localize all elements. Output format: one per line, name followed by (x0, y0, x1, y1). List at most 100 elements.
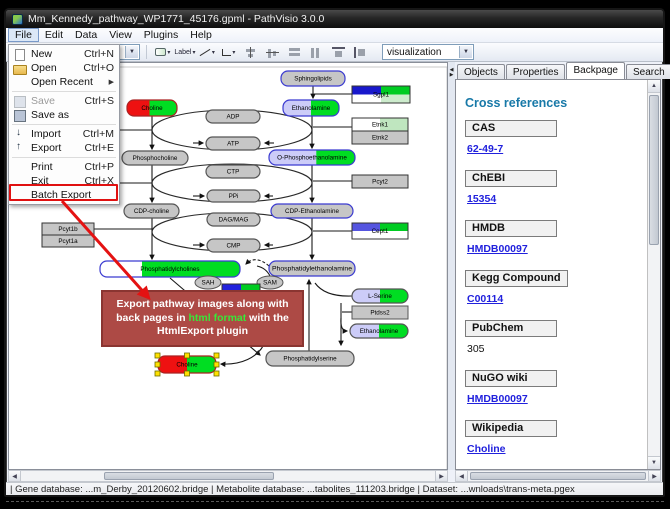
node-dag-mag[interactable]: DAG/MAG (207, 213, 260, 226)
menu-edit[interactable]: Edit (39, 28, 69, 42)
chevron-down-icon[interactable]: ▼ (459, 46, 472, 58)
node-phosphatidylserine[interactable]: Phosphatidylserine (266, 351, 354, 366)
xref-link[interactable]: C00114 (467, 293, 646, 305)
node-atp[interactable]: ATP (206, 137, 260, 150)
file-menu-item-new[interactable]: NewCtrl+N (9, 47, 119, 61)
xref-link[interactable]: HMDB00097 (467, 393, 646, 405)
menu-data[interactable]: Data (69, 28, 103, 42)
align-center-horizontal-icon[interactable] (241, 44, 261, 60)
node-phosphatidylethanolamine[interactable]: Phosphatidylethanolamine (269, 261, 355, 276)
node-phosphatidylcholines[interactable]: Phosphatidylcholines (100, 261, 240, 277)
panel-splitter[interactable]: ◀ ▶ (448, 62, 455, 470)
file-menu-item-save[interactable]: SaveCtrl+S (9, 94, 119, 108)
common-height-icon[interactable] (329, 44, 349, 60)
node-sam[interactable]: SAM (257, 276, 283, 289)
node-ctp[interactable]: CTP (206, 165, 260, 178)
tab-search[interactable]: Search (626, 64, 670, 79)
scroll-right-icon[interactable]: ▶ (648, 471, 660, 481)
line-tool-icon[interactable]: ▾ (197, 44, 217, 60)
menu-plugins[interactable]: Plugins (138, 28, 184, 42)
menu-help[interactable]: Help (184, 28, 218, 42)
selection-handle[interactable] (155, 362, 160, 367)
menu-shortcut: Ctrl+S (85, 95, 114, 107)
node-adp[interactable]: ADP (206, 110, 260, 123)
xref-link[interactable]: Choline (467, 443, 646, 455)
selection-handle[interactable] (155, 353, 160, 358)
stack-horizontal-icon[interactable] (307, 44, 327, 60)
scrollbar-thumb[interactable] (649, 95, 659, 245)
visualization-combobox[interactable]: visualization ▼ (382, 44, 474, 60)
menu-file[interactable]: File (8, 28, 39, 42)
xref-link[interactable]: 62-49-7 (467, 143, 646, 155)
node-l-serine[interactable]: L-Serine (352, 289, 408, 303)
stack-vertical-icon[interactable] (285, 44, 305, 60)
node-cmp[interactable]: CMP (207, 239, 260, 252)
chevron-down-icon[interactable]: ▾ (193, 49, 196, 56)
file-menu-item-open[interactable]: OpenCtrl+O (9, 61, 119, 75)
chevron-down-icon[interactable]: ▾ (212, 49, 215, 56)
selection-handle[interactable] (185, 353, 190, 358)
svg-text:Choline: Choline (176, 362, 198, 369)
chevron-down-icon[interactable]: ▾ (167, 49, 170, 56)
selection-handle[interactable] (155, 371, 160, 376)
node-ethanolamine[interactable]: Ethanolamine (350, 324, 408, 338)
common-width-icon[interactable] (351, 44, 371, 60)
scrollbar-thumb[interactable] (104, 472, 274, 480)
tab-backpage[interactable]: Backpage (566, 62, 624, 79)
tab-objects[interactable]: Objects (457, 64, 505, 79)
file-menu-item-import[interactable]: ImportCtrl+M (9, 127, 119, 141)
node-phosphocholine[interactable]: Phosphocholine (122, 151, 188, 165)
file-menu-item-open-recent[interactable]: Open Recent▶ (9, 75, 119, 89)
node-choline[interactable]: Choline (155, 353, 219, 376)
title-bar[interactable]: Mm_Kennedy_pathway_WP1771_45176.gpml - P… (6, 10, 663, 28)
node-sgpl1[interactable]: Sgpl1 (352, 86, 410, 103)
node-sphingolipids[interactable]: Sphingolipids (281, 71, 345, 86)
scroll-left-icon[interactable]: ◀ (456, 471, 468, 481)
scroll-up-icon[interactable]: ▲ (648, 80, 660, 93)
node-pcyt1b[interactable]: Pcyt1b (42, 223, 94, 235)
node-cdp-choline[interactable]: CDP-choline (124, 204, 179, 218)
selection-handle[interactable] (185, 371, 190, 376)
svg-text:CDP-Ethanolamine: CDP-Ethanolamine (285, 208, 339, 215)
node-etnk1[interactable]: Etnk1 (352, 118, 408, 131)
datanode-tool-icon[interactable]: ▾ (153, 44, 173, 60)
selection-handle[interactable] (214, 371, 219, 376)
label-tool-icon[interactable]: Label▾ (175, 44, 195, 60)
menu-separator (12, 157, 116, 158)
scroll-right-icon[interactable]: ▶ (435, 471, 447, 481)
node-ethanolamine[interactable]: Ethanolamine (283, 100, 339, 116)
xref-link[interactable]: 15354 (467, 193, 646, 205)
node-pcyt2[interactable]: Pcyt2 (352, 175, 408, 188)
canvas-horizontal-scrollbar[interactable]: ◀ ▶ (8, 470, 448, 482)
node-pcyt1a[interactable]: Pcyt1a (42, 235, 94, 247)
node-choline[interactable]: Choline (127, 100, 177, 116)
splitter-right-icon[interactable]: ▶ (450, 73, 454, 78)
node-ppi[interactable]: PPi (207, 190, 260, 202)
file-menu-item-save-as[interactable]: Save as (9, 108, 119, 122)
align-center-vertical-icon[interactable] (263, 44, 283, 60)
selection-handle[interactable] (214, 353, 219, 358)
file-menu-item-print[interactable]: PrintCtrl+P (9, 160, 119, 174)
node-ptdss2[interactable]: Ptdss2 (352, 306, 408, 319)
panel-horizontal-scrollbar[interactable]: ◀ ▶ (455, 470, 661, 482)
node-etnk2[interactable]: Etnk2 (352, 131, 408, 144)
scroll-down-icon[interactable]: ▼ (648, 456, 660, 469)
chevron-down-icon[interactable]: ▾ (232, 49, 235, 56)
chevron-down-icon[interactable]: ▼ (125, 46, 138, 58)
node-cdp-ethanolamine[interactable]: CDP-Ethanolamine (271, 204, 353, 218)
connector-tool-icon[interactable]: ▾ (219, 44, 239, 60)
selection-handle[interactable] (214, 362, 219, 367)
svg-text:Ptdss2: Ptdss2 (370, 310, 390, 317)
file-menu-item-export[interactable]: ExportCtrl+E (9, 141, 119, 155)
xref-link[interactable]: HMDB00097 (467, 243, 646, 255)
node-cept1[interactable]: Cept1 (352, 223, 408, 239)
export-icon (12, 142, 28, 155)
tab-properties[interactable]: Properties (506, 64, 566, 79)
node-o-phosphoethanolamine[interactable]: O-Phosphoethanolamine (269, 150, 355, 165)
svg-text:ADP: ADP (227, 114, 240, 121)
panel-vertical-scrollbar[interactable]: ▲ ▼ (647, 80, 660, 469)
node-sah[interactable]: SAH (195, 276, 221, 289)
scrollbar-thumb[interactable] (470, 472, 646, 480)
menu-view[interactable]: View (103, 28, 138, 42)
scroll-left-icon[interactable]: ◀ (9, 471, 21, 481)
